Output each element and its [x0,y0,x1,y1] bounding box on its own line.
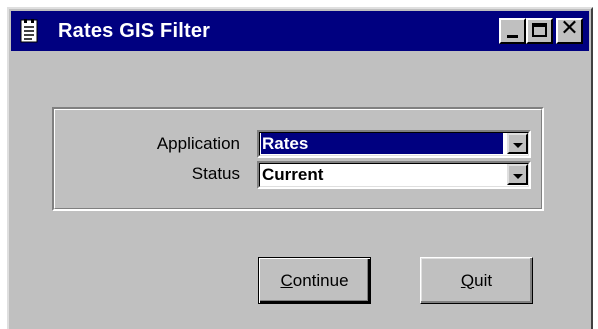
title-bar[interactable]: Rates GIS Filter ✕ [11,11,589,51]
application-label: Application [156,134,240,153]
chevron-down-icon [513,143,523,148]
maximize-icon [532,23,547,37]
application-dropdown[interactable]: Rates [257,130,531,158]
minimize-button[interactable] [499,18,526,44]
document-icon[interactable] [18,17,40,45]
minimize-icon [507,35,518,38]
status-value: Current [262,165,324,184]
application-dropdown-button[interactable] [507,133,528,154]
maximize-button[interactable] [526,18,553,44]
status-label: Status [191,164,240,183]
quit-button-label: Quit [460,270,493,290]
quit-button[interactable]: Quit [420,257,533,304]
chevron-down-icon [513,174,523,179]
continue-button[interactable]: Continue [258,257,371,304]
window-title: Rates GIS Filter [58,19,211,42]
window-controls: ✕ [499,18,583,44]
application-value: Rates [261,133,503,154]
continue-button-label: Continue [280,270,349,290]
close-button[interactable]: ✕ [556,18,583,44]
close-icon: ✕ [560,16,579,41]
filter-groupbox [52,107,544,211]
status-dropdown[interactable]: Current [257,161,531,189]
dialog-window: Rates GIS Filter ✕ Application Rates Sta… [7,7,593,329]
status-dropdown-button[interactable] [507,164,528,185]
